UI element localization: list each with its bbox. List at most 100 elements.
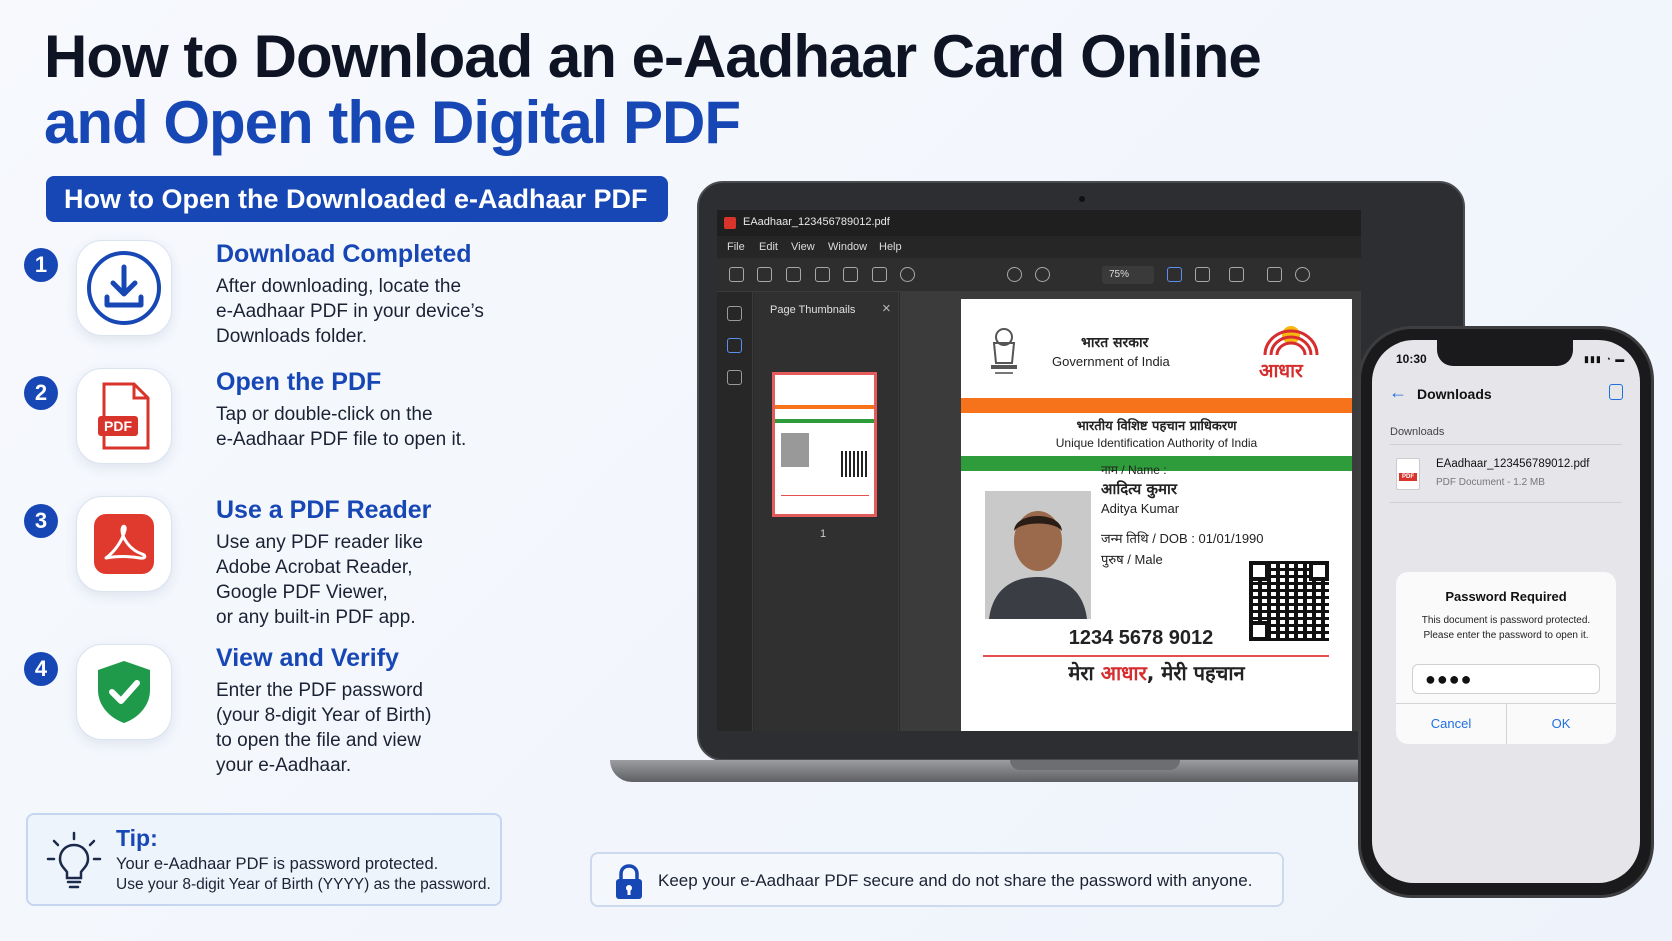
bookmark-icon[interactable] xyxy=(815,267,830,282)
tip-text: Use your 8-digit Year of Birth (YYYY) as… xyxy=(116,876,491,893)
bookmarks-icon[interactable] xyxy=(727,338,742,353)
ok-button[interactable]: OK xyxy=(1506,716,1616,731)
dialog-message: Please enter the password to open it. xyxy=(1423,630,1589,641)
download-icon xyxy=(76,240,172,336)
page-thumbnail[interactable] xyxy=(772,372,877,517)
scan-icon[interactable] xyxy=(872,267,887,282)
menu-window[interactable]: Window xyxy=(828,241,867,253)
page-title: How to Download an e-Aadhaar Card Online xyxy=(44,23,1262,90)
fit-page-icon[interactable] xyxy=(729,267,744,282)
gender: पुरुष / Male xyxy=(1101,552,1163,567)
page-subtitle: and Open the Digital PDF xyxy=(44,89,741,156)
phone-screen: 10:30 ▮▮▮ ◔ ▬ ← Downloads Downloads PDF … xyxy=(1372,340,1640,883)
phone-notch xyxy=(1437,340,1573,366)
name-english: Aditya Kumar xyxy=(1101,501,1180,516)
search-icon[interactable] xyxy=(1295,267,1310,282)
attachments-icon[interactable] xyxy=(727,370,742,385)
step-title: View and Verify xyxy=(216,644,399,672)
window-titlebar: EAadhaar_123456789012.pdf xyxy=(717,210,1361,236)
edit-icon[interactable] xyxy=(1267,267,1282,282)
svg-text:PDF: PDF xyxy=(104,418,132,434)
red-divider xyxy=(983,655,1329,657)
dob: जन्म तिथि / DOB : 01/01/1990 xyxy=(1101,531,1264,546)
status-icons: ▮▮▮ ◔ ▬ xyxy=(1584,354,1626,364)
aadhaar-logo-text: आधार xyxy=(1259,360,1303,382)
gov-hindi: भारत सरकार xyxy=(1081,335,1149,351)
lightbulb-icon xyxy=(46,831,102,889)
step-number: 3 xyxy=(24,504,58,538)
share-icon[interactable] xyxy=(1609,384,1623,400)
lock-icon xyxy=(616,864,642,899)
cancel-button[interactable]: Cancel xyxy=(1396,716,1506,731)
menu-bar: File Edit View Window Help xyxy=(717,236,1361,258)
home-icon[interactable] xyxy=(786,267,801,282)
file-name[interactable]: EAadhaar_123456789012.pdf xyxy=(1436,458,1589,470)
thumbnails-icon[interactable] xyxy=(727,306,742,321)
emblem-icon xyxy=(991,328,1017,374)
zoom-search-icon[interactable] xyxy=(900,267,915,282)
close-icon[interactable]: × xyxy=(882,300,891,317)
section-label: Downloads xyxy=(1390,426,1445,438)
pages-icon[interactable] xyxy=(1229,267,1244,282)
page-number: 1 xyxy=(820,528,827,540)
aadhaar-logo-icon xyxy=(1263,326,1319,356)
aadhaar-document: भारत सरकार Government of India आधार भारत… xyxy=(961,299,1352,731)
toolbar: 75% xyxy=(717,258,1361,292)
tip-text: Your e-Aadhaar PDF is password protected… xyxy=(116,855,439,873)
zoom-out-icon[interactable] xyxy=(1035,267,1050,282)
shield-check-icon xyxy=(76,644,172,740)
step-number: 1 xyxy=(24,248,58,282)
back-arrow-icon[interactable]: ← xyxy=(1389,382,1407,403)
step-description: Enter the PDF password (your 8-digit Year… xyxy=(216,680,432,776)
name-label: नाम / Name : xyxy=(1101,463,1167,477)
file-meta: PDF Document - 1.2 MB xyxy=(1436,477,1545,488)
menu-file[interactable]: File xyxy=(727,241,745,253)
uidai-english: Unique Identification Authority of India xyxy=(1055,436,1258,450)
crop-icon[interactable] xyxy=(1195,267,1210,282)
menu-view[interactable]: View xyxy=(791,241,815,253)
dialog-title: Password Required xyxy=(1445,589,1567,604)
gov-english: Government of India xyxy=(1052,354,1170,369)
tip-label: Tip: xyxy=(116,825,158,851)
side-rail xyxy=(717,292,753,731)
menu-help[interactable]: Help xyxy=(879,241,902,253)
step-title: Open the PDF xyxy=(216,368,382,396)
name-hindi: आदित्य कुमार xyxy=(1101,480,1177,498)
nav-title: Downloads xyxy=(1417,386,1492,402)
panel-title: Page Thumbnails xyxy=(770,304,856,316)
aadhaar-tagline: मेरा आधार, मेरी पहचान xyxy=(1068,661,1245,685)
uidai-hindi: भारतीय विशिष्ट पहचान प्राधिकरण xyxy=(1076,419,1237,434)
holder-photo xyxy=(985,491,1091,619)
rotate-icon[interactable] xyxy=(1007,267,1022,282)
section-heading: How to Open the Downloaded e-Aadhaar PDF xyxy=(46,176,668,222)
select-tool-icon[interactable] xyxy=(1167,267,1182,282)
laptop-camera xyxy=(1079,196,1085,202)
step-title: Download Completed xyxy=(216,240,472,268)
divider xyxy=(1390,444,1622,445)
menu-edit[interactable]: Edit xyxy=(759,241,778,253)
divider xyxy=(1390,502,1622,503)
thumbnails-panel: Page Thumbnails × 1 xyxy=(754,292,899,731)
step-number: 4 xyxy=(24,652,58,686)
password-dialog: Password Required This document is passw… xyxy=(1396,572,1616,744)
aadhaar-number: 1234 5678 9012 xyxy=(1068,627,1214,649)
pdf-app-icon xyxy=(724,217,736,229)
tip-box: Tip: Your e-Aadhaar PDF is password prot… xyxy=(26,813,502,906)
step-description: Tap or double-click on the e-Aadhaar PDF … xyxy=(216,404,467,450)
security-text: Keep your e-Aadhaar PDF secure and do no… xyxy=(658,871,1253,890)
security-note: Keep your e-Aadhaar PDF secure and do no… xyxy=(590,852,1284,907)
step-description: After downloading, locate the e-Aadhaar P… xyxy=(216,276,484,347)
status-time: 10:30 xyxy=(1396,352,1427,366)
print-icon[interactable] xyxy=(757,267,772,282)
password-input[interactable]: ●●●● xyxy=(1412,664,1600,694)
dialog-message: This document is password protected. xyxy=(1421,615,1591,626)
phone-nav-bar: ← Downloads xyxy=(1372,374,1640,416)
saffron-band xyxy=(961,398,1352,413)
step-number: 2 xyxy=(24,376,58,410)
step-title: Use a PDF Reader xyxy=(216,496,432,524)
window-title: EAadhaar_123456789012.pdf xyxy=(743,216,890,228)
printer-icon[interactable] xyxy=(843,267,858,282)
zoom-select[interactable]: 75% xyxy=(1102,266,1154,284)
acrobat-icon xyxy=(76,496,172,592)
pdf-file-icon[interactable]: PDF xyxy=(1396,458,1420,490)
